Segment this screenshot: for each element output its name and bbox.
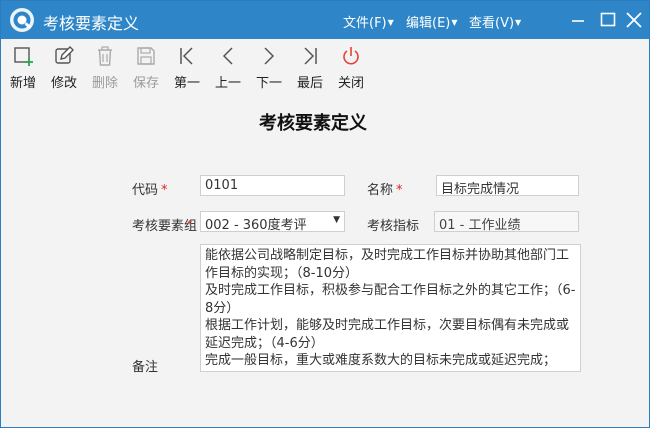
delete-button[interactable]: 删除 (85, 45, 125, 91)
close-button-label: 关闭 (337, 76, 364, 91)
edit-button[interactable]: 修改 (44, 45, 84, 91)
save-button-label: 保存 (132, 76, 159, 91)
first-button-label: 第一 (173, 76, 200, 91)
remark-label: 备注 (132, 360, 159, 375)
indicator-field[interactable]: 01 - 工作业绩 (434, 211, 579, 232)
prev-button[interactable]: 上一 (208, 45, 248, 91)
prev-icon (222, 47, 233, 65)
edit-button-label: 修改 (50, 76, 77, 91)
form-title: 考核要素定义 (259, 113, 367, 134)
remark-line: 能依据公司战略制定目标，及时完成工作目标并协助其他部门工作目标的实现；（8-10… (205, 248, 570, 281)
remark-textarea[interactable]: 能依据公司战略制定目标，及时完成工作目标并协助其他部门工作目标的实现；（8-10… (200, 244, 581, 372)
close-window-icon[interactable] (623, 9, 645, 31)
name-label: 名称 * (367, 183, 403, 198)
trash-icon (98, 46, 112, 66)
menu-view[interactable]: 查看(V)▼ (469, 12, 521, 31)
group-select-value: 002 - 360度考评 (205, 218, 307, 232)
window-title: 考核要素定义 (43, 14, 140, 33)
last-button-label: 最后 (296, 76, 323, 91)
first-button[interactable]: 第一 (167, 45, 207, 91)
maximize-icon[interactable] (597, 9, 619, 31)
save-button[interactable]: 保存 (126, 45, 166, 91)
app-window: 考核要素定义 文件(F)▼ 编辑(E)▼ 查看(V)▼ 新增 修改 删除 保存 … (0, 0, 650, 428)
first-icon (180, 47, 193, 65)
prev-button-label: 上一 (214, 76, 241, 91)
name-field[interactable]: 目标完成情况 (436, 175, 579, 196)
remark-line: 完成一般目标，重大或难度系数大的目标未完成或延迟完成； (205, 353, 557, 368)
next-button-label: 下一 (255, 76, 282, 91)
close-button[interactable]: 关闭 (331, 45, 371, 91)
add-icon (14, 47, 33, 66)
add-button-label: 新增 (9, 76, 36, 91)
required-mark: * (161, 183, 168, 198)
remark-line: 及时完成工作目标，积极参与配合工作目标之外的其它工作；（6-8分） (205, 283, 576, 316)
save-icon (137, 47, 155, 65)
next-icon (264, 47, 275, 65)
add-button[interactable]: 新增 (3, 45, 43, 91)
app-logo-icon (10, 8, 34, 32)
group-select[interactable]: 002 - 360度考评 ▼ (200, 211, 345, 232)
last-icon (304, 47, 317, 65)
code-label: 代码 * (132, 183, 168, 198)
minimize-icon[interactable] (567, 9, 589, 31)
required-mark: * (187, 219, 193, 230)
toolbar: 新增 修改 删除 保存 第一 上一 下一 最后 关闭 (1, 39, 649, 93)
group-label: 考核要素组* (132, 219, 198, 234)
remark-line: 根据工作计划，能够及时完成工作目标，次要目标偶有未完成或延迟完成；（4-6分） (205, 318, 570, 351)
edit-icon (55, 46, 74, 64)
last-button[interactable]: 最后 (290, 45, 330, 91)
required-mark: * (396, 183, 403, 198)
menu-edit[interactable]: 编辑(E)▼ (406, 12, 458, 31)
indicator-label: 考核指标 (367, 219, 420, 234)
chevron-down-icon[interactable]: ▼ (333, 215, 340, 225)
code-field[interactable]: 0101 (200, 175, 345, 196)
power-icon (343, 47, 359, 65)
menu-file[interactable]: 文件(F)▼ (343, 12, 394, 31)
title-bar: 考核要素定义 文件(F)▼ 编辑(E)▼ 查看(V)▼ (1, 1, 649, 39)
delete-button-label: 删除 (91, 76, 118, 91)
next-button[interactable]: 下一 (249, 45, 289, 91)
